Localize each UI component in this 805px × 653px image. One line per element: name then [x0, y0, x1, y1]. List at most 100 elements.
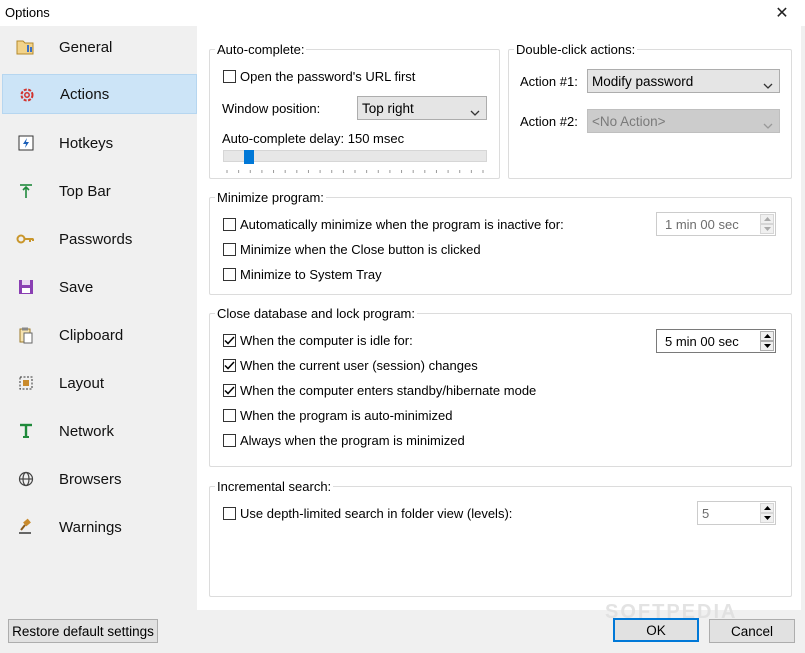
- checkbox-label: When the computer is idle for:: [240, 332, 413, 348]
- restore-defaults-button[interactable]: Restore default settings: [8, 619, 158, 643]
- sidebar-item-actions[interactable]: Actions: [2, 74, 197, 114]
- delay-slider-track[interactable]: [223, 150, 487, 162]
- depth-limited-checkbox[interactable]: Use depth-limited search in folder view …: [223, 505, 512, 521]
- sidebar-item-clipboard[interactable]: Clipboard: [2, 315, 197, 355]
- select-value: Top right: [362, 100, 414, 116]
- action1-label: Action #1:: [520, 74, 578, 89]
- checkbox-box[interactable]: [223, 408, 236, 422]
- sidebar-item-label: Warnings: [59, 518, 122, 536]
- action2-select[interactable]: <No Action>: [587, 109, 780, 133]
- window-title: Options: [5, 5, 50, 20]
- open-url-first-checkbox[interactable]: Open the password's URL first: [223, 68, 415, 84]
- gavel-icon: [16, 518, 36, 536]
- stepper-up-icon[interactable]: [760, 503, 774, 513]
- select-value: <No Action>: [592, 113, 666, 129]
- stepper-value: 1 min 00 sec: [665, 216, 739, 232]
- stepper-down-icon[interactable]: [760, 513, 774, 523]
- sidebar-item-label: Passwords: [59, 230, 133, 248]
- stepper-buttons[interactable]: [760, 503, 774, 523]
- sidebar-item-label: Actions: [60, 85, 110, 103]
- stepper-down-icon[interactable]: [760, 224, 774, 234]
- group-legend: Incremental search:: [217, 479, 332, 494]
- stepper-down-icon[interactable]: [760, 341, 774, 351]
- sidebar-item-label: Network: [59, 422, 115, 440]
- lock-standby-checkbox[interactable]: When the computer enters standby/hiberna…: [223, 382, 536, 398]
- sidebar-item-hotkeys[interactable]: Hotkeys: [2, 123, 197, 163]
- levels-stepper[interactable]: 5: [697, 501, 776, 525]
- sidebar-item-label: Top Bar: [59, 182, 111, 200]
- sidebar: General Actions Hotkeys Top Bar Password…: [0, 26, 197, 614]
- lock-auto-minimized-checkbox[interactable]: When the program is auto-minimized: [223, 407, 452, 423]
- delay-slider-thumb[interactable]: [243, 150, 254, 164]
- minimize-system-tray-checkbox[interactable]: Minimize to System Tray: [223, 266, 382, 282]
- checkbox-box[interactable]: [223, 506, 236, 520]
- general-icon: [16, 38, 36, 56]
- floppy-icon: [16, 278, 36, 296]
- checkbox-label: Open the password's URL first: [240, 68, 416, 84]
- sidebar-item-label: Save: [59, 278, 94, 296]
- checkbox-label: Minimize when the Close button is clicke…: [240, 241, 481, 257]
- select-value: Modify password: [592, 73, 694, 89]
- minimize-close-button-checkbox[interactable]: Minimize when the Close button is clicke…: [223, 241, 481, 257]
- sidebar-item-network[interactable]: Network: [2, 411, 197, 451]
- checkbox-box[interactable]: [223, 358, 236, 372]
- checkbox-box[interactable]: [223, 217, 236, 231]
- sidebar-item-label: Browsers: [59, 470, 122, 488]
- key-icon: [16, 230, 36, 248]
- chevron-down-icon: [763, 77, 773, 92]
- sidebar-item-browsers[interactable]: Browsers: [2, 459, 197, 499]
- sidebar-item-label: Clipboard: [59, 326, 124, 344]
- close-icon[interactable]: ✕: [759, 0, 805, 26]
- sidebar-item-top-bar[interactable]: Top Bar: [2, 171, 197, 211]
- network-icon: [16, 422, 36, 440]
- checkbox-box[interactable]: [223, 383, 236, 397]
- window-position-select[interactable]: Top right: [357, 96, 487, 120]
- checkbox-box[interactable]: [223, 333, 236, 347]
- sidebar-item-layout[interactable]: Layout: [2, 363, 197, 403]
- stepper-up-icon[interactable]: [760, 331, 774, 341]
- checkbox-label: When the program is auto-minimized: [240, 407, 453, 423]
- sidebar-item-passwords[interactable]: Passwords: [2, 219, 197, 259]
- search-group: Incremental search:: [209, 479, 792, 597]
- checkbox-label: Minimize to System Tray: [240, 266, 382, 282]
- delay-label: Auto-complete delay: 150 msec: [222, 131, 405, 146]
- stepper-value: 5: [702, 505, 710, 521]
- lock-always-minimized-checkbox[interactable]: Always when the program is minimized: [223, 432, 465, 448]
- clipboard-icon: [16, 326, 36, 344]
- idle-time-stepper[interactable]: 5 min 00 sec: [656, 329, 776, 353]
- group-legend: Minimize program:: [217, 190, 324, 205]
- stepper-up-icon[interactable]: [760, 214, 774, 224]
- chevron-down-icon: [470, 104, 480, 119]
- sidebar-item-save[interactable]: Save: [2, 267, 197, 307]
- group-legend: Double-click actions:: [516, 42, 636, 57]
- sidebar-item-warnings[interactable]: Warnings: [2, 507, 197, 547]
- globe-icon: [16, 470, 36, 488]
- action1-select[interactable]: Modify password: [587, 69, 780, 93]
- checkbox-box[interactable]: [223, 433, 236, 447]
- action2-label: Action #2:: [520, 114, 578, 129]
- lock-session-checkbox[interactable]: When the current user (session) changes: [223, 357, 478, 373]
- sidebar-item-general[interactable]: General: [2, 27, 197, 67]
- chevron-down-icon: [763, 117, 773, 132]
- checkbox-box[interactable]: [223, 267, 236, 281]
- auto-minimize-inactive-checkbox[interactable]: Automatically minimize when the program …: [223, 216, 564, 232]
- sidebar-item-label: Hotkeys: [59, 134, 114, 152]
- layout-icon: [16, 374, 36, 392]
- checkbox-label: Automatically minimize when the program …: [240, 216, 564, 232]
- topbar-icon: [16, 182, 36, 200]
- checkbox-label: When the computer enters standby/hiberna…: [240, 382, 537, 398]
- inactive-time-stepper[interactable]: 1 min 00 sec: [656, 212, 776, 236]
- checkbox-label: Always when the program is minimized: [240, 432, 465, 448]
- sidebar-item-label: General: [59, 38, 113, 56]
- sidebar-item-label: Layout: [59, 374, 105, 392]
- gear-icon: [17, 86, 37, 104]
- checkbox-label: Use depth-limited search in folder view …: [240, 505, 513, 521]
- stepper-buttons[interactable]: [760, 214, 774, 234]
- hotkey-icon: [16, 134, 36, 152]
- checkbox-box[interactable]: [223, 242, 236, 256]
- stepper-buttons[interactable]: [760, 331, 774, 351]
- slider-ticks: [226, 170, 484, 173]
- checkbox-box[interactable]: [223, 69, 236, 83]
- lock-idle-checkbox[interactable]: When the computer is idle for:: [223, 332, 413, 348]
- stepper-value: 5 min 00 sec: [665, 333, 739, 349]
